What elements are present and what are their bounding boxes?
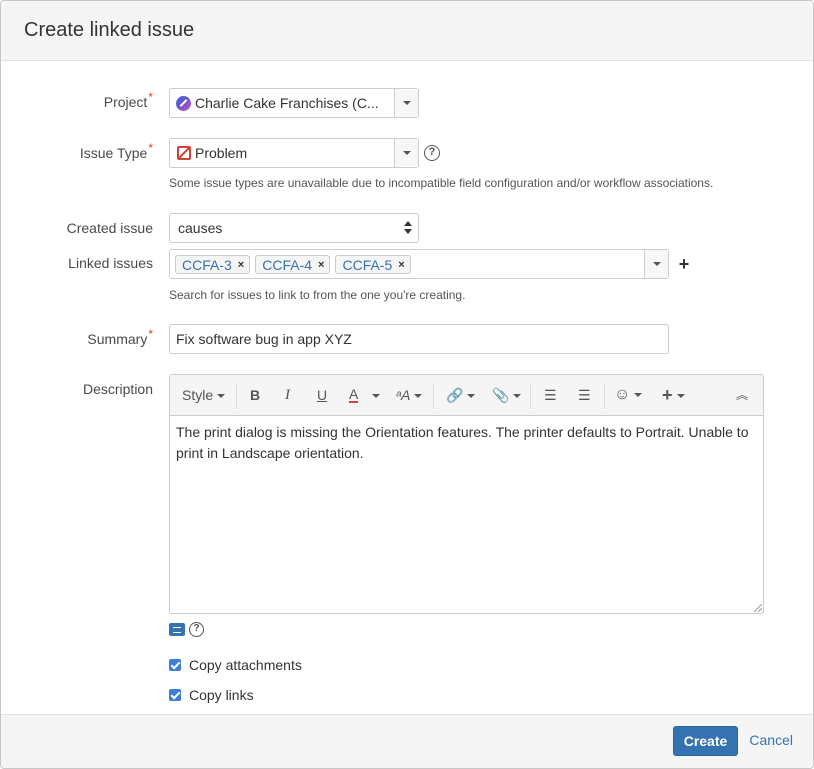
remove-icon[interactable]: × (398, 259, 404, 271)
issue-type-select[interactable]: Problem (169, 138, 419, 168)
problem-icon (177, 146, 191, 160)
copy-links-row[interactable]: Copy links (169, 687, 254, 703)
insert-icon: + (662, 385, 673, 405)
caret-down-icon (414, 394, 423, 399)
link-dropdown[interactable]: 🔗 (446, 385, 476, 405)
resize-handle-icon[interactable] (754, 604, 762, 612)
collapse-toolbar-icon[interactable]: ︽ (736, 385, 748, 405)
required-marker: * (148, 141, 153, 155)
toolbar-divider (604, 383, 605, 409)
copy-links-checkbox[interactable] (169, 689, 181, 701)
emoticon-dropdown[interactable]: ☺ (614, 385, 643, 405)
editor-toolbar: Style B I U A ᵃA 🔗 📎 ☰ ☰ ☺ + ︽ (170, 375, 763, 416)
required-marker: * (148, 90, 153, 104)
text-effects-icon: ᵃA (396, 387, 411, 403)
underline-icon[interactable]: U (317, 385, 327, 405)
issue-type-label: Issue Type* (79, 141, 153, 161)
description-label: Description (82, 381, 153, 397)
copy-links-label: Copy links (189, 687, 254, 703)
insert-dropdown[interactable]: + (662, 385, 685, 405)
wiki-markup-icon[interactable] (169, 623, 185, 636)
text-color-dropdown[interactable] (368, 385, 380, 405)
link-icon: 🔗 (446, 387, 464, 403)
dialog-body: Project* Charlie Cake Franchises (C... I… (1, 61, 813, 714)
dialog-title: Create linked issue (24, 19, 195, 41)
summary-label-text: Summary (87, 331, 148, 347)
remove-icon[interactable]: × (238, 259, 244, 271)
attachment-dropdown[interactable]: 📎 (492, 385, 522, 405)
chevron-down-icon[interactable] (644, 250, 668, 278)
link-type-select[interactable]: causes (169, 213, 419, 243)
caret-down-icon (467, 394, 476, 399)
linked-issues-label: Linked issues (68, 255, 153, 271)
project-select[interactable]: Charlie Cake Franchises (C... (169, 88, 419, 118)
link-type-value: causes (178, 220, 223, 236)
remove-icon[interactable]: × (318, 259, 324, 271)
emoticon-icon: ☺ (614, 386, 631, 403)
summary-label: Summary* (87, 327, 153, 347)
issue-type-note: Some issue types are unavailable due to … (169, 176, 714, 190)
created-issue-label: Created issue (66, 220, 153, 236)
text-color-icon[interactable]: A (349, 385, 359, 403)
linked-issues-note: Search for issues to link to from the on… (169, 288, 466, 302)
help-icon[interactable]: ? (189, 622, 204, 637)
help-icon[interactable]: ? (424, 145, 440, 161)
copy-attachments-row[interactable]: Copy attachments (169, 657, 302, 673)
dialog-footer: Create Cancel (1, 714, 813, 768)
toolbar-divider (236, 383, 237, 409)
issue-type-label-text: Issue Type (79, 145, 148, 161)
toolbar-divider (530, 383, 531, 409)
up-down-arrows-icon (404, 221, 412, 235)
project-label-text: Project (103, 94, 148, 110)
add-issue-icon[interactable]: + (677, 255, 691, 273)
description-text[interactable]: The print dialog is missing the Orientat… (176, 422, 753, 464)
caret-down-icon (513, 394, 522, 399)
cancel-link[interactable]: Cancel (749, 732, 793, 748)
issue-chip-key: CCFA-3 (182, 256, 232, 273)
issue-chip-key: CCFA-5 (342, 256, 393, 273)
caret-down-icon (217, 394, 226, 399)
issue-chip: CCFA-5 × (335, 255, 411, 274)
caret-down-icon (676, 394, 685, 399)
style-dropdown[interactable]: Style (182, 385, 226, 405)
copy-attachments-label: Copy attachments (189, 657, 302, 673)
text-effects-dropdown[interactable]: ᵃA (396, 385, 423, 405)
create-button[interactable]: Create (673, 726, 738, 756)
toolbar-divider (433, 383, 434, 409)
issue-chip: CCFA-3 × (175, 255, 251, 274)
linked-issues-picker[interactable]: CCFA-3 × CCFA-4 × CCFA-5 × (169, 249, 669, 279)
chevron-down-icon[interactable] (394, 139, 418, 167)
copy-attachments-checkbox[interactable] (169, 659, 181, 671)
project-avatar-icon (176, 96, 191, 111)
bullet-list-icon[interactable]: ☰ (544, 385, 557, 405)
issue-chip-key: CCFA-4 (262, 256, 313, 273)
caret-down-icon (634, 392, 643, 397)
linked-issues-chips: CCFA-3 × CCFA-4 × CCFA-5 × (175, 255, 411, 274)
numbered-list-icon[interactable]: ☰ (578, 385, 591, 405)
required-marker: * (148, 327, 153, 341)
project-label: Project* (103, 90, 153, 110)
attachment-icon: 📎 (492, 387, 510, 403)
bold-icon[interactable]: B (250, 385, 260, 405)
issue-type-select-value: Problem (195, 145, 248, 161)
issue-chip: CCFA-4 × (255, 255, 331, 274)
italic-icon[interactable]: I (285, 385, 290, 405)
create-linked-issue-dialog: Create linked issue Project* Charlie Cak… (0, 0, 814, 769)
project-select-value: Charlie Cake Franchises (C... (195, 95, 379, 111)
chevron-down-icon[interactable] (394, 89, 418, 117)
description-editor[interactable]: Style B I U A ᵃA 🔗 📎 ☰ ☰ ☺ + ︽ The print… (169, 374, 764, 614)
dialog-header: Create linked issue (1, 1, 813, 61)
caret-down-icon (372, 394, 380, 399)
style-dropdown-label: Style (182, 387, 214, 403)
summary-input[interactable] (169, 324, 669, 354)
